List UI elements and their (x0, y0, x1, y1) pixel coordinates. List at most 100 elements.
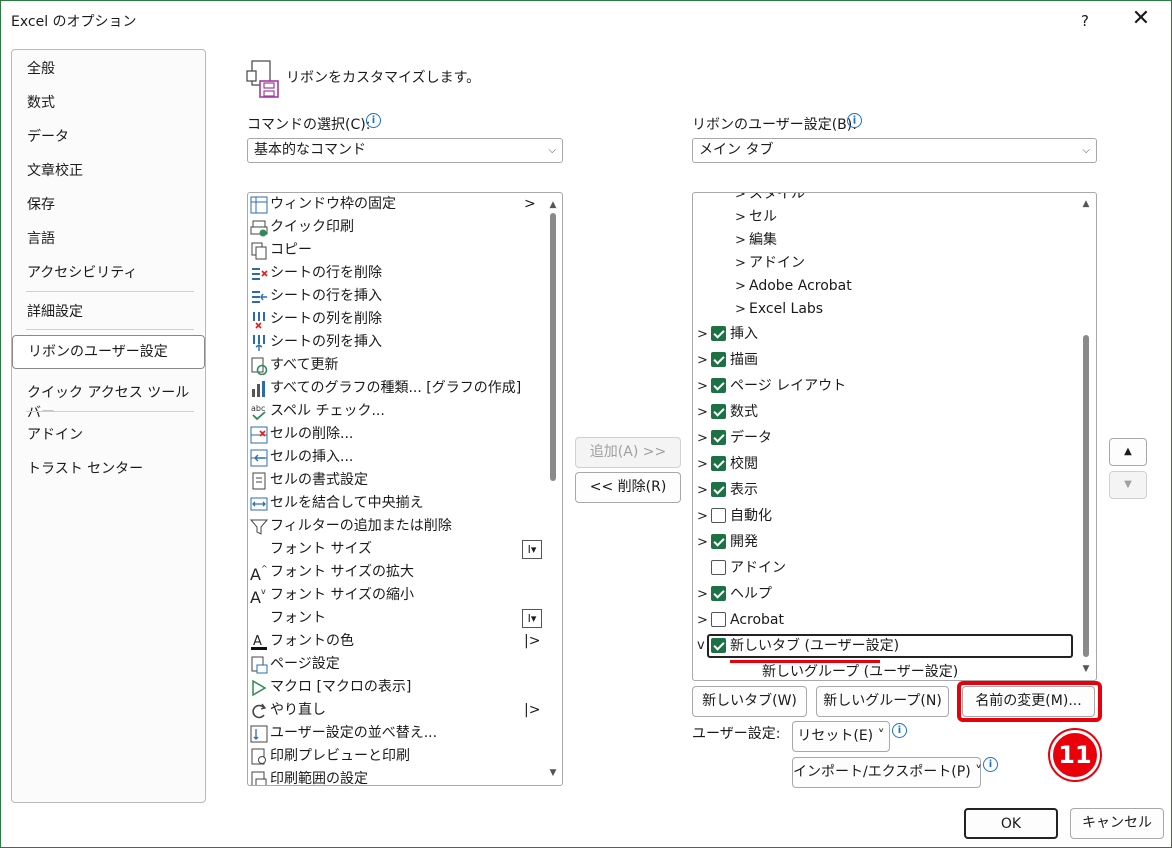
ribbon-tree-item[interactable]: > ヘルプ (697, 581, 772, 607)
command-list-item[interactable]: コピー (250, 239, 546, 262)
expand-arrow-icon[interactable]: > (697, 608, 711, 634)
expand-arrow-icon[interactable]: > (697, 374, 711, 400)
command-list-item[interactable]: A ^ フォント サイズの拡大 (250, 561, 546, 584)
scroll-down-arrow-icon[interactable]: ▼ (547, 767, 559, 779)
info-icon[interactable]: i (847, 113, 862, 128)
expand-arrow-icon[interactable]: > (697, 478, 711, 504)
ribbon-tree-item[interactable]: 新しいグループ (ユーザー設定) (748, 659, 958, 680)
command-list-item[interactable]: シートの列を挿入 (250, 331, 546, 354)
expand-arrow-icon[interactable]: > (735, 275, 749, 298)
command-list-item[interactable]: フォント サイズ I▾ (250, 538, 546, 561)
nav-item-save[interactable]: 保存 (27, 194, 55, 214)
ribbon-tree-item[interactable]: > 表示 (697, 477, 758, 503)
new-group-button[interactable]: 新しいグループ(N) (816, 686, 949, 717)
command-list-item[interactable]: Av フォント サイズの縮小 (250, 584, 546, 607)
commands-scrollbar[interactable]: ▲ ▼ (546, 193, 560, 785)
command-list-item[interactable]: 印刷範囲の設定 (250, 768, 546, 785)
add-button[interactable]: 追加(A) >> (575, 437, 681, 468)
ribbon-tree-item[interactable]: > スタイル (735, 193, 805, 206)
ribbon-tree-item[interactable]: アドイン (697, 555, 786, 581)
expand-arrow-icon[interactable]: > (697, 452, 711, 478)
ribbon-tree-item[interactable]: > Adobe Acrobat (735, 275, 852, 298)
collapse-arrow-icon[interactable]: v (697, 636, 711, 656)
info-icon[interactable]: i (892, 723, 907, 738)
ribbon-tree-item[interactable]: v 新しいタブ (ユーザー設定) (697, 634, 1073, 658)
command-list-item[interactable]: セルの書式設定 (250, 469, 546, 492)
expand-arrow-icon[interactable]: > (697, 322, 711, 348)
command-list-item[interactable]: ウィンドウ枠の固定 > (250, 193, 546, 216)
command-list-item[interactable]: シートの行を挿入 (250, 285, 546, 308)
command-list-item[interactable]: abc スペル チェック... (250, 400, 546, 423)
nav-item-general[interactable]: 全般 (27, 58, 55, 78)
nav-item-customize-ribbon[interactable]: リボンのユーザー設定 (12, 335, 205, 369)
reset-button[interactable]: リセット(E) ˅ (792, 721, 890, 752)
nav-item-accessibility[interactable]: アクセシビリティ (27, 262, 137, 282)
ribbon-tree-item[interactable]: > Acrobat (697, 607, 784, 633)
remove-button[interactable]: << 削除(R) (575, 472, 681, 503)
command-list-item[interactable]: セルの挿入... (250, 446, 546, 469)
nav-item-quick-access-toolbar[interactable]: クイック アクセス ツール バー (27, 382, 205, 422)
expand-arrow-icon[interactable]: > (697, 504, 711, 530)
tab-checkbox[interactable] (711, 638, 726, 653)
ribbon-tree-item[interactable]: > 挿入 (697, 321, 758, 347)
command-list-item[interactable]: フィルターの追加または削除 (250, 515, 546, 538)
nav-item-addins[interactable]: アドイン (27, 424, 83, 444)
tab-checkbox[interactable] (711, 508, 726, 523)
tab-checkbox[interactable] (711, 404, 726, 419)
expand-arrow-icon[interactable]: > (735, 193, 749, 206)
scroll-up-arrow-icon[interactable]: ▲ (1080, 198, 1092, 210)
tab-checkbox[interactable] (711, 482, 726, 497)
command-list-item[interactable]: シートの行を削除 (250, 262, 546, 285)
commands-listbox[interactable]: ウィンドウ枠の固定 > クイック印刷 コピー シートの行を削除 シートの行を挿入 シートの列… (247, 192, 563, 786)
command-list-item[interactable]: 印刷プレビューと印刷 (250, 745, 546, 768)
tab-checkbox[interactable] (711, 560, 726, 575)
tab-checkbox[interactable] (711, 352, 726, 367)
nav-item-advanced[interactable]: 詳細設定 (27, 301, 83, 321)
expand-arrow-icon[interactable]: > (735, 206, 749, 229)
ribbon-tree-item[interactable]: > 開発 (697, 529, 758, 555)
command-list-item[interactable]: やり直し |> (250, 699, 546, 722)
expand-arrow-icon[interactable]: > (735, 229, 749, 252)
command-list-item[interactable]: すべてのグラフの種類... [グラフの作成] (250, 377, 546, 400)
move-down-button[interactable]: ▼ (1109, 471, 1147, 499)
tab-checkbox[interactable] (711, 586, 726, 601)
close-button[interactable]: ✕ (1127, 5, 1155, 33)
command-list-item[interactable]: セルを結合して中央揃え (250, 492, 546, 515)
info-icon[interactable]: i (366, 113, 381, 128)
nav-item-proofing[interactable]: 文章校正 (27, 160, 83, 180)
command-list-item[interactable]: A フォントの色 |> (250, 630, 546, 653)
ribbon-treeview[interactable]: > スタイル > セル > 編集 > アドイン > Adobe Acrobat > Excel Lab… (692, 192, 1097, 681)
scroll-down-arrow-icon[interactable]: ▼ (1080, 663, 1092, 675)
expand-arrow-icon[interactable]: > (697, 426, 711, 452)
help-button[interactable]: ? (1071, 7, 1099, 35)
ribbon-tree-item[interactable]: > セル (735, 206, 777, 229)
command-list-item[interactable]: マクロ [マクロの表示] (250, 676, 546, 699)
scroll-up-arrow-icon[interactable]: ▲ (547, 199, 559, 211)
info-icon[interactable]: i (983, 757, 998, 772)
command-list-item[interactable]: シートの列を削除 (250, 308, 546, 331)
ribbon-tree-item[interactable]: > 描画 (697, 347, 758, 373)
expand-arrow-icon[interactable]: > (697, 582, 711, 608)
import-export-button[interactable]: インポート/エクスポート(P) ˅ (792, 757, 982, 788)
command-list-item[interactable]: ユーザー設定の並べ替え... (250, 722, 546, 745)
nav-item-trust-center[interactable]: トラスト センター (27, 458, 143, 478)
scroll-thumb[interactable] (1083, 335, 1089, 657)
new-tab-button[interactable]: 新しいタブ(W) (692, 686, 807, 717)
ribbon-tree-item[interactable]: > 自動化 (697, 503, 772, 529)
expand-arrow-icon[interactable]: > (735, 252, 749, 275)
ribbon-tree-item[interactable]: > Excel Labs (735, 298, 823, 321)
nav-item-data[interactable]: データ (27, 126, 69, 146)
ribbon-tree-item[interactable]: > 編集 (735, 229, 777, 252)
tab-checkbox[interactable] (711, 326, 726, 341)
ribbon-combo[interactable]: メイン タブ ⌵ (692, 138, 1097, 163)
expand-arrow-icon[interactable]: > (735, 298, 749, 321)
ribbon-tree-item[interactable]: > アドイン (735, 252, 805, 275)
ribbon-tree-item[interactable]: > データ (697, 425, 772, 451)
tab-checkbox[interactable] (711, 378, 726, 393)
ribbon-tree-item[interactable]: > ページ レイアウト (697, 373, 846, 399)
move-up-button[interactable]: ▲ (1109, 438, 1147, 466)
scroll-thumb[interactable] (550, 213, 556, 481)
ribbon-tree-item[interactable]: > 校閲 (697, 451, 758, 477)
command-list-item[interactable]: セルの削除... (250, 423, 546, 446)
expand-arrow-icon[interactable]: > (697, 348, 711, 374)
